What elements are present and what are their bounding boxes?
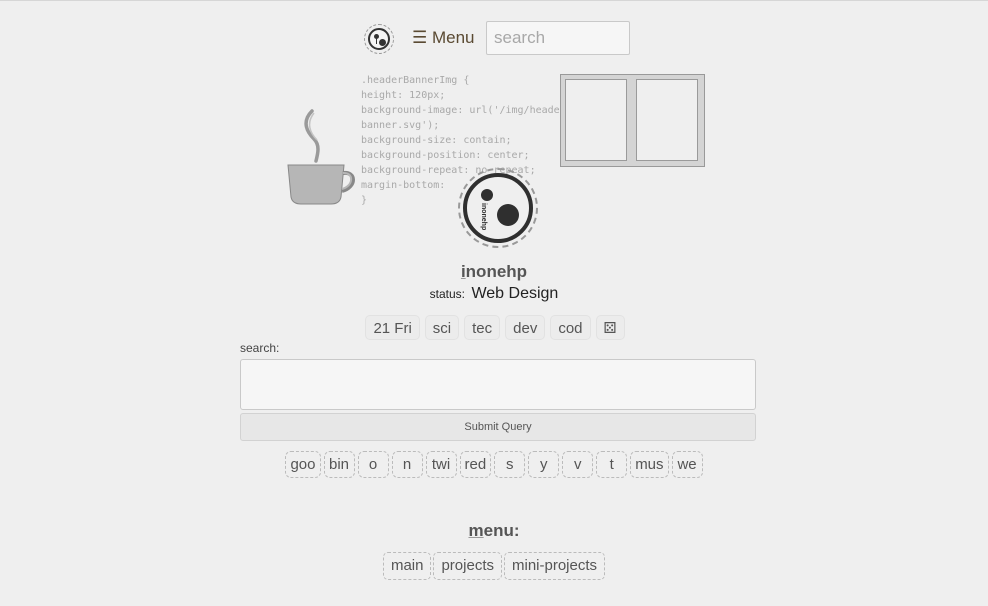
engine-y[interactable]: y [528,451,560,478]
status-label: status: [429,287,466,301]
engine-t[interactable]: t [596,451,628,478]
code-line: margin-bottom: [361,180,452,191]
engine-list: goo bin o n twi red s y v t mus we [0,451,988,478]
engine-we[interactable]: we [671,451,703,478]
submit-query-button[interactable]: Submit Query [240,413,756,441]
engine-n[interactable]: n [391,451,423,478]
coffee-cup-icon [287,109,355,205]
dice-icon[interactable]: ⚄ [595,315,625,340]
menu-link-main[interactable]: main [382,552,432,580]
status-value: Web Design [471,285,559,302]
site-logo-icon[interactable] [364,24,394,54]
tag-tec[interactable]: tec [464,315,501,340]
tag-sci[interactable]: sci [424,315,460,340]
search-input[interactable] [486,21,630,55]
code-line: banner.svg'); [361,120,440,131]
engine-twi[interactable]: twi [425,451,457,478]
menu-link-projects[interactable]: projects [433,552,502,580]
status-line: status: Web Design [0,285,988,303]
tag-dev[interactable]: dev [505,315,546,340]
search-textarea[interactable] [240,359,756,410]
avatar[interactable]: inonehp [458,168,538,248]
engine-s[interactable]: s [494,451,526,478]
date-tag[interactable]: 21 Fri [365,315,420,340]
engine-bin[interactable]: bin [323,451,355,478]
code-line: background-position: center; [361,150,530,161]
engine-red[interactable]: red [459,451,492,478]
code-line: height: 120px; [361,90,446,101]
search-label: search: [240,341,280,355]
tag-bar: 21 Fri sci tec dev cod ⚄ [0,315,988,340]
engine-v[interactable]: v [562,451,594,478]
code-line: background-image: url('/img/header- [361,105,572,116]
menu-links: main projects mini-projects [0,552,988,580]
tag-cod[interactable]: cod [550,315,591,340]
code-line: background-size: contain; [361,135,512,146]
code-line: .headerBannerImg { [361,75,470,86]
top-nav: ☰ Menu [0,21,988,57]
code-line: } [361,195,368,206]
menu-link-mini-projects[interactable]: mini-projects [504,552,606,580]
engine-goo[interactable]: goo [285,451,321,478]
menu-button[interactable]: ☰ Menu [412,28,475,48]
username: inonehp [460,262,528,281]
window-icon [560,74,705,167]
menu-heading: menu: [468,521,520,540]
avatar-logo-text: inonehp [480,203,487,231]
engine-o[interactable]: o [357,451,389,478]
engine-mus[interactable]: mus [630,451,669,478]
